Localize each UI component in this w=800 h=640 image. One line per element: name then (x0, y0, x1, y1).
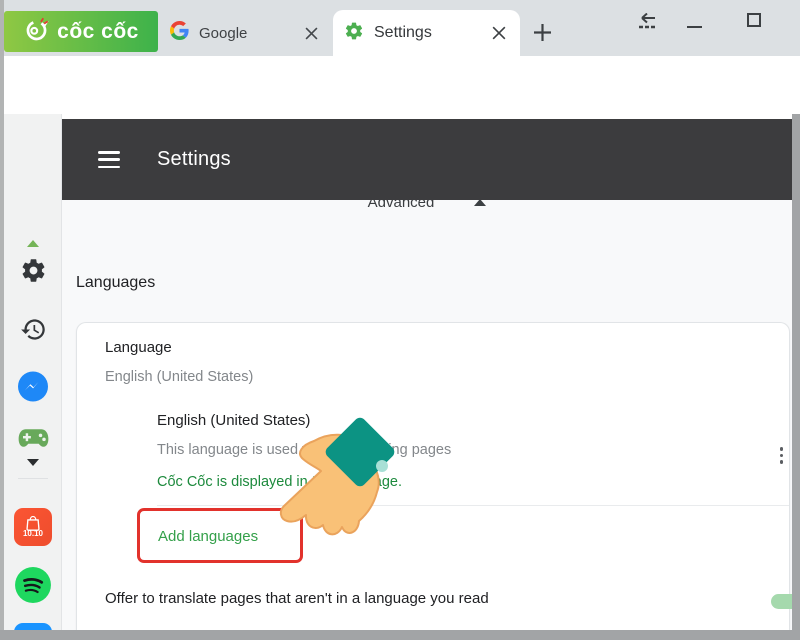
sidebar-messenger-icon[interactable] (4, 370, 62, 404)
sidebar-divider (18, 478, 48, 479)
add-languages-button[interactable]: Add languages (158, 528, 258, 545)
settings-page: Advanced Settings Languages Language Eng… (62, 114, 792, 630)
tab-settings[interactable]: Settings (333, 10, 520, 56)
language-group-value: English (United States) (105, 369, 254, 385)
window-right-border (792, 114, 800, 640)
hamburger-menu-icon[interactable] (98, 151, 120, 168)
maximize-button[interactable] (747, 13, 761, 27)
tab-google[interactable]: Google (162, 12, 330, 54)
more-actions-icon[interactable] (776, 443, 788, 468)
tab-google-label: Google (199, 24, 248, 42)
language-item-subtitle: This language is used when translating p… (157, 442, 452, 458)
offer-translate-label: Offer to translate pages that aren't in … (105, 590, 489, 607)
sidebar-settings-icon[interactable] (4, 257, 62, 284)
brand-tab-coccoc[interactable]: cốc cốc (4, 11, 158, 52)
shopee-badge-label: 10.10 (22, 529, 44, 538)
languages-card: Language English (United States) English… (76, 322, 792, 630)
tab-settings-close-icon[interactable] (490, 24, 508, 42)
tab-search-icon[interactable] (636, 12, 658, 31)
sidebar-shopee-icon[interactable]: 10.10 (4, 508, 62, 546)
window-left-border (0, 0, 4, 640)
sidebar-games-icon[interactable] (4, 427, 62, 449)
coccoc-logo-icon (23, 16, 50, 48)
browser-toolbar: Cốc Cốc coccoc://settings/lan... (0, 56, 800, 159)
tab-settings-label: Settings (374, 24, 432, 41)
sidebar-spotify-icon[interactable] (4, 566, 62, 604)
card-divider (157, 505, 789, 506)
minimize-button[interactable] (687, 26, 702, 28)
settings-page-title: Settings (157, 148, 231, 170)
chevron-up-icon (474, 199, 487, 207)
sidebar-scroll-down-icon[interactable] (4, 459, 62, 466)
brand-tab-label: cốc cốc (57, 19, 139, 43)
settings-header-bar: Settings (62, 119, 792, 200)
google-favicon (170, 21, 189, 45)
tab-google-close-icon[interactable] (302, 24, 320, 42)
offer-translate-toggle[interactable] (771, 594, 792, 609)
languages-section-title: Languages (76, 274, 156, 291)
sidebar: 10.10 TIKI 10.10 Laz 10.10 (4, 114, 62, 640)
new-tab-button[interactable] (531, 21, 553, 43)
language-item-title: English (United States) (157, 412, 311, 429)
sidebar-scroll-up-icon[interactable] (4, 240, 62, 247)
settings-gear-favicon (344, 21, 364, 46)
window-bottom-border (0, 630, 800, 640)
language-group-label: Language (105, 339, 172, 356)
sidebar-history-icon[interactable] (4, 316, 62, 343)
language-item-note: Cốc Cốc is displayed in this language. (157, 474, 403, 490)
tab-strip: cốc cốc Google Settings (0, 0, 800, 56)
